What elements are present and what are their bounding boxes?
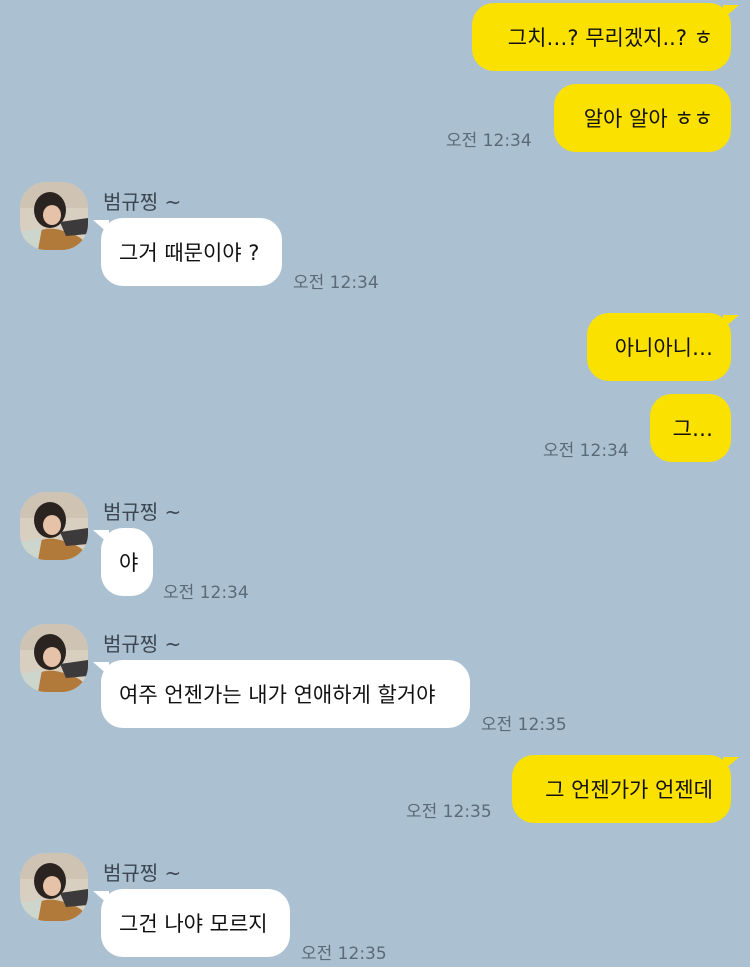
sender-name: 범규찡 ~: [103, 861, 182, 885]
avatar-photo-icon: [20, 492, 88, 560]
message-bubble-outgoing[interactable]: 아니아니…: [587, 313, 739, 381]
message-text: 그건 나야 모르지: [119, 912, 268, 936]
message-bubble-outgoing[interactable]: 그 언젠가가 언젠데: [512, 755, 739, 823]
message-time: 오전 12:34: [293, 273, 379, 293]
message-text: 알아 알아 ㅎㅎ: [583, 107, 713, 131]
avatar[interactable]: [20, 492, 88, 560]
message-text: 그거 때문이야 ?: [119, 241, 260, 265]
message-bubble-outgoing[interactable]: 알아 알아 ㅎㅎ: [554, 84, 731, 152]
sender-name: 범규찡 ~: [103, 190, 182, 214]
avatar[interactable]: [20, 624, 88, 692]
message-text: 여주 언젠가는 내가 연애하게 할거야: [119, 683, 436, 707]
message-text: 그치…? 무리겠지..? ㅎ: [507, 26, 713, 50]
message-text: 그 언젠가가 언젠데: [545, 778, 713, 802]
avatar-photo-icon: [20, 182, 88, 250]
message-time: 오전 12:34: [543, 441, 629, 461]
avatar-photo-icon: [20, 624, 88, 692]
message-time: 오전 12:35: [481, 715, 567, 735]
message-bubble-incoming[interactable]: 여주 언젠가는 내가 연애하게 할거야: [93, 660, 470, 728]
message-text: 야: [119, 551, 139, 575]
sender-name: 범규찡 ~: [103, 500, 182, 524]
chat-area[interactable]: 그치…? 무리겠지..? ㅎ 알아 알아 ㅎㅎ 오전 12:34 범규찡 ~ 그…: [0, 0, 750, 967]
message-bubble-outgoing[interactable]: 그치…? 무리겠지..? ㅎ: [472, 3, 739, 71]
message-text: 그…: [672, 417, 713, 441]
message-time: 오전 12:34: [446, 131, 532, 151]
message-bubble-incoming[interactable]: 야: [93, 528, 153, 596]
message-time: 오전 12:34: [163, 583, 249, 603]
message-text: 아니아니…: [614, 336, 713, 360]
message-time: 오전 12:35: [301, 944, 387, 964]
message-bubble-incoming[interactable]: 그거 때문이야 ?: [93, 218, 282, 286]
sender-name: 범규찡 ~: [103, 632, 182, 656]
avatar-photo-icon: [20, 853, 88, 921]
message-bubble-incoming[interactable]: 그건 나야 모르지: [93, 889, 290, 957]
avatar[interactable]: [20, 182, 88, 250]
message-bubble-outgoing[interactable]: 그…: [650, 394, 731, 462]
avatar[interactable]: [20, 853, 88, 921]
message-time: 오전 12:35: [406, 802, 492, 822]
